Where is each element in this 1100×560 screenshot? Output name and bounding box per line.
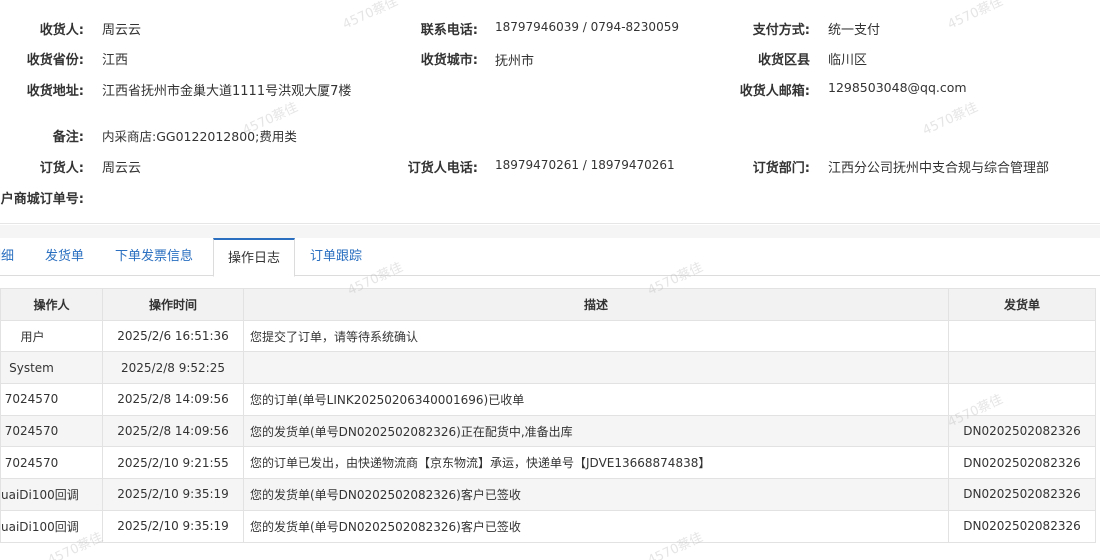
description-cell <box>243 351 949 385</box>
remark-value: 内采商店:GG0122012800;费用类 <box>102 129 297 144</box>
district-label: 收货区县 <box>757 53 810 68</box>
description-cell: 您提交了订单，请等待系统确认 <box>243 319 949 353</box>
dept-value: 江西分公司抚州中支合规与综合管理部 <box>828 161 1050 176</box>
dept-label: 订货部门: <box>752 161 810 176</box>
table-row: 用户 2025/2/6 16:51:36 您提交了订单，请等待系统确认 <box>0 319 1096 353</box>
table-header-row: 操作人 操作时间 描述 发货单 <box>0 288 1096 321</box>
operator-cell: 用户 <box>0 319 103 353</box>
time-cell: 2025/2/8 14:09:56 <box>102 383 244 416</box>
tab-order-tracking[interactable]: 订单跟踪 <box>310 238 362 276</box>
description-cell: 您的订单(单号LINK20250206340001696)已收单 <box>243 383 949 416</box>
table-row: System 2025/2/8 9:52:25 <box>0 351 1096 385</box>
shipment-cell[interactable]: DN0202502082326 <box>948 414 1096 448</box>
address-value: 江西省抚州市金巢大道1111号洪观大厦7楼 <box>102 84 352 99</box>
shipment-cell[interactable]: DN0202502082326 <box>948 509 1096 543</box>
shipment-cell <box>948 351 1096 385</box>
consignee-value: 周云云 <box>102 23 142 38</box>
time-cell: 2025/2/10 9:35:19 <box>102 509 244 543</box>
province-label: 收货省份: <box>26 53 84 68</box>
shipment-cell <box>948 383 1096 416</box>
time-cell: 2025/2/8 14:09:56 <box>102 414 244 448</box>
city-value: 抚州市 <box>495 54 535 69</box>
time-cell: 2025/2/10 9:35:19 <box>102 478 244 511</box>
payment-label: 支付方式: <box>752 23 810 38</box>
operation-log-table: 操作人 操作时间 描述 发货单 用户 2025/2/6 16:51:36 您提交… <box>0 288 1096 543</box>
description-cell: 您的发货单(单号DN0202502082326)客户已签收 <box>243 509 949 543</box>
operator-cell: System <box>0 351 103 385</box>
shipment-cell[interactable]: DN0202502082326 <box>948 446 1096 480</box>
consignee-label: 收货人: <box>39 23 84 38</box>
time-cell: 2025/2/8 9:52:25 <box>102 351 244 385</box>
mall-order-label: 户商城订单号: <box>0 192 84 207</box>
orderer-phone-value: 18979470261 / 18979470261 <box>495 158 675 172</box>
orderer-label: 订货人: <box>39 161 84 176</box>
table-row: 7024570 2025/2/8 14:09:56 您的订单(单号LINK202… <box>0 383 1096 416</box>
table-row: uaiDi100回调 2025/2/10 9:35:19 您的发货单(单号DN0… <box>0 509 1096 543</box>
operator-cell: uaiDi100回调 <box>0 509 103 543</box>
operator-cell: 7024570 <box>0 383 103 416</box>
operator-cell: uaiDi100回调 <box>0 478 103 511</box>
orderer-phone-label: 订货人电话: <box>407 161 478 176</box>
tab-shipment[interactable]: 发货单 <box>45 238 84 276</box>
table-row: uaiDi100回调 2025/2/10 9:35:19 您的发货单(单号DN0… <box>0 478 1096 511</box>
shipment-cell <box>948 319 1096 353</box>
column-header-time: 操作时间 <box>102 288 244 321</box>
email-label: 收货人邮箱: <box>739 84 810 99</box>
time-cell: 2025/2/10 9:21:55 <box>102 446 244 480</box>
tab-operation-log[interactable]: 操作日志 <box>213 238 295 277</box>
district-value: 临川区 <box>828 53 868 68</box>
detail-tabs: 明细 发货单 下单发票信息 操作日志 订单跟踪 <box>0 238 1100 277</box>
table-row: 7024570 2025/2/10 9:21:55 您的订单已发出，由快递物流商… <box>0 446 1096 480</box>
order-info-panel: 收货人: 周云云 联系电话: 18797946039 / 0794-823005… <box>0 0 1100 224</box>
column-header-description: 描述 <box>243 288 949 321</box>
tab-detail[interactable]: 明细 <box>0 238 14 276</box>
operator-cell: 7024570 <box>0 446 103 480</box>
phone-label: 联系电话: <box>420 23 478 38</box>
column-header-operator: 操作人 <box>0 288 103 321</box>
table-row: 7024570 2025/2/8 14:09:56 您的发货单(单号DN0202… <box>0 414 1096 448</box>
payment-value: 统一支付 <box>828 23 881 38</box>
operator-cell: 7024570 <box>0 414 103 448</box>
time-cell: 2025/2/6 16:51:36 <box>102 319 244 353</box>
description-cell: 您的发货单(单号DN0202502082326)正在配货中,准备出库 <box>243 414 949 448</box>
address-label: 收货地址: <box>26 84 84 99</box>
orderer-value: 周云云 <box>102 161 142 176</box>
province-value: 江西 <box>102 53 129 68</box>
phone-value: 18797946039 / 0794-8230059 <box>495 20 679 34</box>
shipment-cell[interactable]: DN0202502082326 <box>948 478 1096 511</box>
description-cell: 您的订单已发出，由快递物流商【京东物流】承运，快递单号【JDVE13668874… <box>243 446 949 480</box>
city-label: 收货城市: <box>420 53 478 68</box>
column-header-shipment: 发货单 <box>948 288 1096 321</box>
remark-label: 备注: <box>52 130 84 145</box>
email-value: 1298503048@qq.com <box>828 80 967 95</box>
section-divider <box>0 225 1100 238</box>
description-cell: 您的发货单(单号DN0202502082326)客户已签收 <box>243 478 949 511</box>
tab-invoice-info[interactable]: 下单发票信息 <box>115 238 193 276</box>
